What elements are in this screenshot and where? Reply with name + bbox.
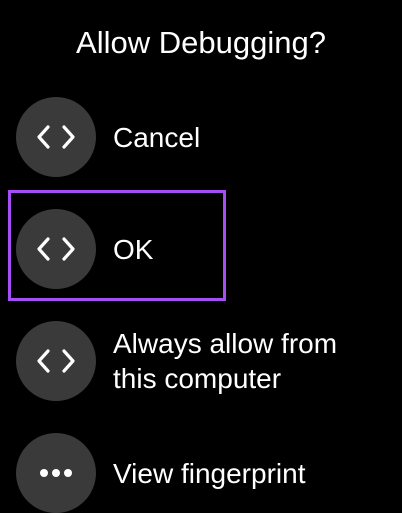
code-brackets-icon — [37, 125, 75, 149]
focus-highlight — [8, 190, 226, 301]
more-horiz-icon — [40, 469, 72, 477]
dialog-title: Allow Debugging? — [76, 25, 326, 60]
cancel-chip — [16, 97, 96, 177]
cancel-label: Cancel — [113, 121, 201, 153]
cancel-button[interactable]: Cancel — [16, 97, 386, 177]
view-fingerprint-chip — [16, 433, 96, 513]
always-allow-chip — [16, 321, 96, 401]
view-fingerprint-button[interactable]: View fingerprint — [16, 433, 386, 513]
always-allow-button[interactable]: Always allow from this computer — [16, 321, 386, 401]
always-allow-label: Always allow from this computer — [113, 328, 338, 394]
view-fingerprint-label: View fingerprint — [113, 457, 306, 489]
code-brackets-icon — [37, 349, 75, 373]
